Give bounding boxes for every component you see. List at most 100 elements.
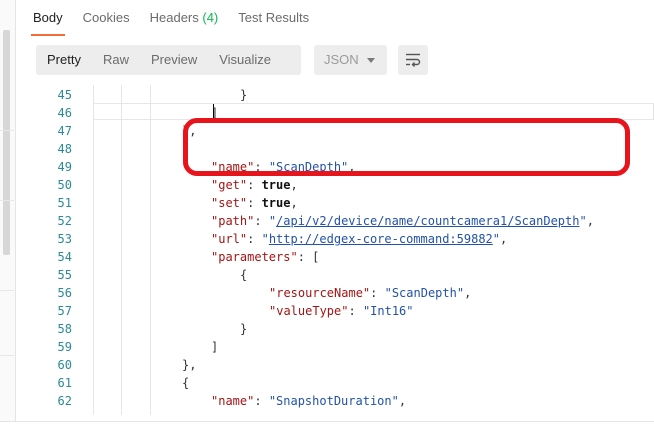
code-token: , bbox=[500, 232, 508, 246]
preview-button[interactable]: Preview bbox=[140, 45, 208, 75]
line-number: 53 bbox=[57, 232, 72, 246]
pretty-button[interactable]: Pretty bbox=[36, 45, 92, 75]
line-number: 59 bbox=[57, 340, 72, 354]
code-line: 52 "path": "/api/v2/device/name/countcame… bbox=[0, 212, 654, 230]
url-link[interactable]: http://edgex-core-command:59882 bbox=[269, 232, 493, 246]
code-line: 47}, bbox=[0, 122, 654, 140]
code-token: , bbox=[290, 196, 298, 210]
code-line: 49 "name": "ScanDepth", bbox=[0, 158, 654, 176]
code-token: : bbox=[247, 196, 262, 210]
code-token: } bbox=[240, 88, 248, 102]
line-number: 60 bbox=[57, 358, 72, 372]
line-number: 54 bbox=[57, 250, 72, 264]
code-text: ] bbox=[211, 104, 218, 122]
code-line: 55 { bbox=[0, 266, 654, 284]
raw-button[interactable]: Raw bbox=[92, 45, 140, 75]
code-text: }, bbox=[182, 122, 196, 140]
code-token: "resourceName" bbox=[269, 286, 371, 300]
code-text: "get": true, bbox=[211, 176, 298, 194]
code-text: { bbox=[182, 140, 189, 158]
line-number: 47 bbox=[57, 124, 72, 138]
url-link[interactable]: /api/v2/device/name/countcamera1/ScanDep… bbox=[276, 214, 579, 228]
code-token: true bbox=[261, 178, 291, 192]
tab-headers[interactable]: Headers (4) bbox=[140, 10, 229, 36]
code-token: , bbox=[464, 286, 472, 300]
code-token: " bbox=[261, 232, 269, 246]
tab-label: Body bbox=[33, 10, 63, 25]
code-text: "resourceName": "ScanDepth", bbox=[269, 284, 471, 302]
code-line: 62 "name": "SnapshotDuration", bbox=[0, 392, 654, 410]
code-text: "name": "SnapshotDuration", bbox=[211, 392, 406, 410]
line-number: 49 bbox=[57, 160, 72, 174]
code-token: "ScanDepth" bbox=[268, 160, 349, 174]
code-token: "path" bbox=[211, 214, 255, 228]
code-text: "name": "ScanDepth", bbox=[211, 158, 356, 176]
code-text: { bbox=[182, 374, 189, 392]
code-token: "ScanDepth" bbox=[384, 286, 465, 300]
format-select[interactable]: JSON bbox=[314, 45, 387, 75]
tab-label: Test Results bbox=[238, 10, 310, 25]
line-number: 58 bbox=[57, 322, 72, 336]
line-number: 55 bbox=[57, 268, 72, 282]
code-token: : bbox=[254, 214, 269, 228]
code-token: "valueType" bbox=[269, 304, 349, 318]
visualize-button[interactable]: Visualize bbox=[208, 45, 282, 75]
wrap-lines-icon bbox=[406, 53, 421, 67]
code-token: : [ bbox=[297, 250, 320, 264]
view-mode-group: Pretty Raw Preview Visualize bbox=[36, 45, 301, 75]
code-token: "name" bbox=[211, 394, 255, 408]
response-toolbar: Pretty Raw Preview Visualize JSON bbox=[36, 45, 636, 75]
tab-label: Headers bbox=[149, 10, 199, 25]
format-value: JSON bbox=[324, 52, 359, 67]
code-token: "name" bbox=[211, 160, 255, 174]
code-token: " bbox=[268, 214, 277, 228]
wrap-lines-button[interactable] bbox=[398, 45, 428, 75]
code-token: " bbox=[579, 214, 587, 228]
code-token: "url" bbox=[211, 232, 248, 246]
code-text: } bbox=[240, 320, 247, 338]
code-token: , bbox=[398, 394, 407, 408]
line-number: 61 bbox=[57, 376, 72, 390]
bottom-bar bbox=[0, 421, 654, 438]
line-number: 50 bbox=[57, 178, 72, 192]
line-number: 48 bbox=[57, 142, 72, 156]
line-number: 57 bbox=[57, 304, 72, 318]
code-token: " bbox=[492, 232, 501, 246]
code-line: 54 "parameters": [ bbox=[0, 248, 654, 266]
code-line: 45} bbox=[0, 86, 654, 104]
code-token: , bbox=[586, 214, 594, 228]
code-token: : bbox=[254, 394, 269, 408]
line-number: 46 bbox=[57, 106, 72, 120]
code-token: , bbox=[290, 178, 298, 192]
code-token: "get" bbox=[211, 178, 248, 192]
tab-label: Cookies bbox=[82, 10, 130, 25]
code-text: }, bbox=[182, 356, 196, 374]
code-token: : bbox=[247, 178, 262, 192]
code-token: : bbox=[254, 160, 269, 174]
tab-body[interactable]: Body bbox=[23, 10, 73, 36]
code-token: : bbox=[370, 286, 385, 300]
tab-cookies[interactable]: Cookies bbox=[73, 10, 140, 36]
code-text: { bbox=[240, 266, 247, 284]
code-line: 60}, bbox=[0, 356, 654, 374]
code-line: 57 "valueType": "Int16" bbox=[0, 302, 654, 320]
code-token: : bbox=[247, 232, 262, 246]
code-text: ] bbox=[211, 338, 218, 356]
line-number: 56 bbox=[57, 286, 72, 300]
code-token: "SnapshotDuration" bbox=[268, 394, 399, 408]
code-token: { bbox=[182, 142, 190, 156]
code-token: "parameters" bbox=[211, 250, 298, 264]
code-token: }, bbox=[182, 124, 197, 138]
line-number: 62 bbox=[57, 394, 72, 408]
code-line: 50 "get": true, bbox=[0, 176, 654, 194]
code-token: , bbox=[348, 160, 356, 174]
code-text: "url": "http://edgex-core-command:59882"… bbox=[211, 230, 507, 248]
code-line: 56 "resourceName": "ScanDepth", bbox=[0, 284, 654, 302]
code-line: 46] bbox=[0, 104, 654, 122]
code-line: 51 "set": true, bbox=[0, 194, 654, 212]
code-token: true bbox=[261, 196, 291, 210]
response-body-editor[interactable]: 45} 46] 47}, 48{49 "name": "ScanDepth", 50 "ge… bbox=[0, 85, 654, 415]
tab-test-results[interactable]: Test Results bbox=[228, 10, 319, 36]
line-number: 52 bbox=[57, 214, 72, 228]
code-token: : bbox=[348, 304, 363, 318]
